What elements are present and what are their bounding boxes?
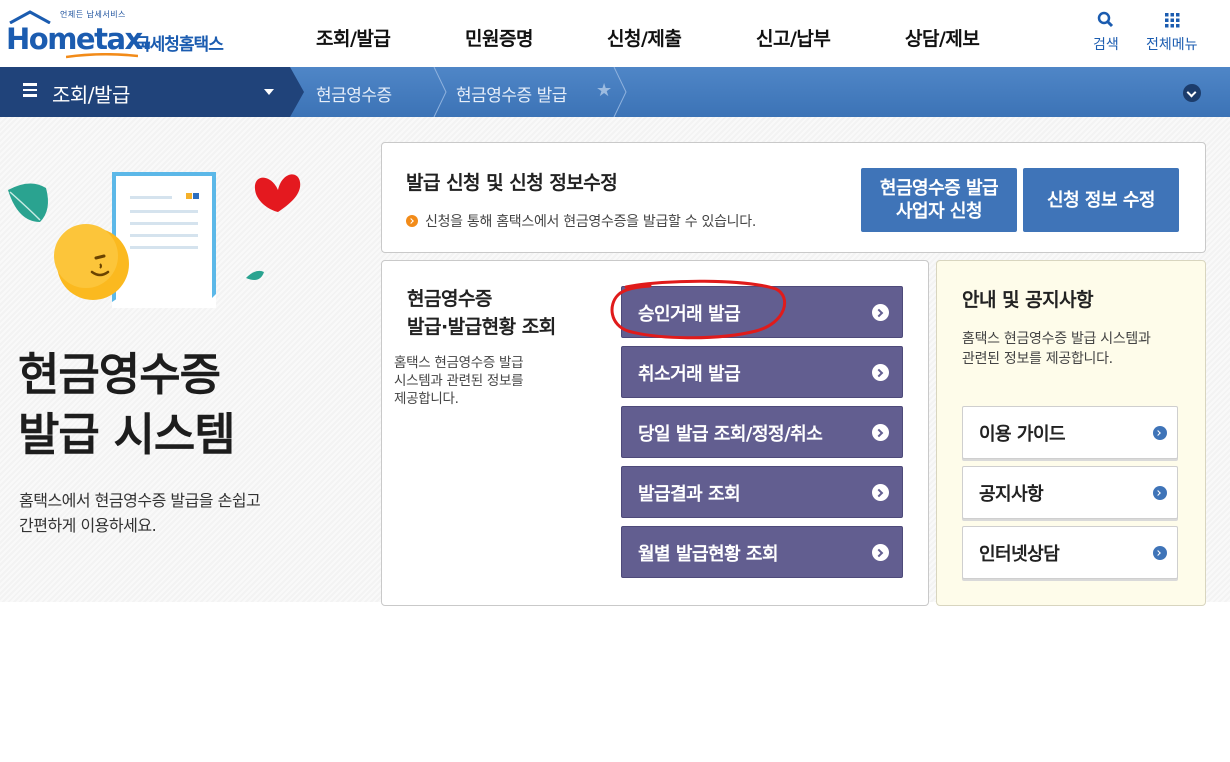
- button-label: 발급결과 조회: [638, 484, 741, 505]
- gnb-item-inquiry[interactable]: 조회/발급: [316, 24, 391, 51]
- button-label: 월별 발급현황 조회: [638, 544, 779, 565]
- button-label: 승인거래 발급: [638, 304, 741, 325]
- gnb-item-report-pay[interactable]: 신고/납부: [756, 24, 831, 51]
- gnb-item-consult[interactable]: 상담/제보: [905, 24, 980, 51]
- inquiry-section-title: 현금영수증 발급·발급현황 조회: [407, 285, 556, 341]
- search-icon: [1097, 11, 1113, 28]
- heart-icon: [254, 174, 301, 212]
- apply-button-line: 사업자 신청: [895, 201, 983, 222]
- link-label: 인터넷상담: [979, 544, 1060, 565]
- grid-menu-icon: [1164, 13, 1180, 28]
- apply-button-line: 현금영수증 발급: [879, 178, 999, 199]
- breadcrumb-chevron-icon: [433, 67, 447, 117]
- button-label: 취소거래 발급: [638, 364, 741, 385]
- business-apply-button[interactable]: 현금영수증 발급 사업자 신청: [861, 168, 1017, 232]
- notice-desc-line: 관련된 정보를 제공합니다.: [962, 351, 1113, 367]
- notice-section-title: 안내 및 공지사항: [962, 289, 1094, 311]
- hero-desc-line: 간편하게 이용하세요.: [19, 516, 157, 535]
- arrow-right-circle-icon: [1153, 486, 1167, 500]
- apply-desc-text: 신청을 통해 홈택스에서 현금영수증을 발급할 수 있습니다.: [425, 214, 756, 230]
- inquiry-desc-line: 홈택스 현금영수증 발급: [394, 355, 524, 371]
- expand-chevron-icon[interactable]: [1183, 84, 1201, 102]
- gnb-item-apply[interactable]: 신청/제출: [607, 24, 682, 51]
- breadcrumb-menu-dropdown[interactable]: 조회/발급: [0, 67, 290, 117]
- search-label: 검색: [1093, 37, 1119, 53]
- inquiry-title-line: 현금영수증: [407, 288, 492, 310]
- inquiry-desc-line: 제공합니다.: [394, 391, 459, 407]
- hamburger-icon: [23, 83, 37, 99]
- search-button[interactable]: 검색: [1093, 10, 1119, 54]
- arrow-right-circle-icon: [1153, 426, 1167, 440]
- link-label: 공지사항: [979, 484, 1044, 505]
- notice-section-desc: 홈택스 현금영수증 발급 시스템과 관련된 정보를 제공합니다.: [962, 329, 1151, 369]
- breadcrumb-item-cash-receipt-issue[interactable]: 현금영수증 발급: [456, 81, 567, 106]
- hero-title: 현금영수증 발급 시스템: [18, 345, 236, 465]
- breadcrumb-root-label: 조회/발급: [52, 83, 130, 107]
- inquiry-desc-line: 시스템과 관련된 정보를: [394, 373, 524, 389]
- logo-swoosh-icon: [66, 53, 138, 59]
- cancel-issue-button[interactable]: 취소거래 발급: [621, 346, 903, 398]
- link-label: 이용 가이드: [979, 424, 1066, 445]
- hero-title-line: 현금영수증: [18, 348, 221, 401]
- arrow-right-circle-icon: [872, 424, 889, 441]
- favorite-star-icon[interactable]: ★: [596, 80, 612, 101]
- breadcrumb-item-cash-receipt[interactable]: 현금영수증: [316, 81, 392, 106]
- issue-result-button[interactable]: 발급결과 조회: [621, 466, 903, 518]
- inquiry-title-line: 발급·발급현황 조회: [407, 316, 556, 338]
- breadcrumb-separator-icon: [290, 67, 304, 117]
- receipt-illustration: [8, 172, 301, 308]
- user-guide-link[interactable]: 이용 가이드: [962, 406, 1178, 459]
- all-menu-button[interactable]: 전체메뉴: [1146, 10, 1198, 54]
- arrow-right-circle-icon: [872, 544, 889, 561]
- top-header: 언제든 납세서비스 Hometax. 국세청홈택스 조회/발급 민원증명 신청/…: [0, 0, 1230, 67]
- apply-section-title: 발급 신청 및 신청 정보수정: [406, 172, 618, 194]
- hero-title-line: 발급 시스템: [18, 408, 236, 461]
- hero-description: 홈택스에서 현금영수증 발급을 손쉽고 간편하게 이용하세요.: [19, 488, 261, 538]
- arrow-right-circle-icon: [872, 484, 889, 501]
- breadcrumb-chevron-icon: [613, 67, 627, 117]
- small-leaf-icon: [246, 270, 264, 280]
- arrow-right-circle-icon: [872, 304, 889, 321]
- apply-section-desc: 신청을 통해 홈택스에서 현금영수증을 발급할 수 있습니다.: [406, 211, 756, 231]
- arrow-right-circle-icon: [872, 364, 889, 381]
- notice-link[interactable]: 공지사항: [962, 466, 1178, 519]
- logo-korean-name: 국세청홈택스: [135, 35, 224, 55]
- hometax-logo[interactable]: 언제든 납세서비스 Hometax. 국세청홈택스: [6, 8, 246, 60]
- logo-tagline: 언제든 납세서비스: [60, 10, 126, 19]
- all-menu-label: 전체메뉴: [1146, 37, 1198, 53]
- gnb-item-certificates[interactable]: 민원증명: [465, 24, 533, 51]
- leaf-icon: [8, 183, 48, 222]
- hero-desc-line: 홈택스에서 현금영수증 발급을 손쉽고: [19, 491, 261, 510]
- inquiry-section-desc: 홈택스 현금영수증 발급 시스템과 관련된 정보를 제공합니다.: [394, 354, 523, 408]
- caret-down-icon: [264, 89, 274, 95]
- edit-application-button[interactable]: 신청 정보 수정: [1023, 168, 1179, 232]
- notice-desc-line: 홈택스 현금영수증 발급 시스템과: [962, 331, 1151, 347]
- monthly-status-button[interactable]: 월별 발급현황 조회: [621, 526, 903, 578]
- button-label: 당일 발급 조회/정정/취소: [638, 424, 823, 445]
- info-bullet-icon: [406, 215, 418, 227]
- internet-consult-link[interactable]: 인터넷상담: [962, 526, 1178, 579]
- breadcrumb-bar: 조회/발급 현금영수증 현금영수증 발급 ★: [0, 67, 1230, 117]
- arrow-right-circle-icon: [1153, 546, 1167, 560]
- edit-button-label: 신청 정보 수정: [1047, 189, 1155, 211]
- approval-issue-button[interactable]: 승인거래 발급: [621, 286, 903, 338]
- logo-wordmark: Hometax.: [6, 22, 153, 56]
- same-day-inquiry-button[interactable]: 당일 발급 조회/정정/취소: [621, 406, 903, 458]
